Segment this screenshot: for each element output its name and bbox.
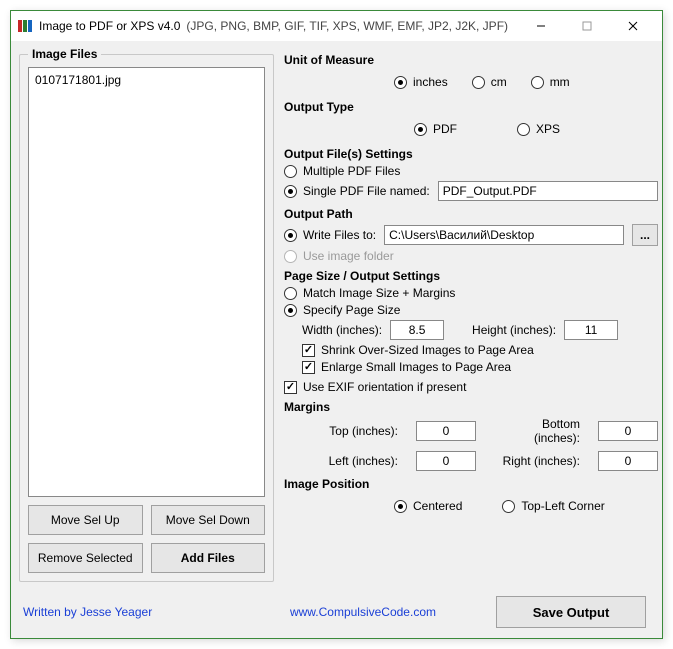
margins-section: Margins Top (inches): 0 Bottom (inches):… xyxy=(284,400,658,471)
output-xps-radio[interactable]: XPS xyxy=(517,122,560,136)
checkbox-icon xyxy=(302,361,315,374)
radio-icon xyxy=(472,76,485,89)
radio-icon xyxy=(531,76,544,89)
image-position-title: Image Position xyxy=(284,477,658,491)
unit-title: Unit of Measure xyxy=(284,53,658,67)
page-size-section: Page Size / Output Settings Match Image … xyxy=(284,269,658,394)
width-label: Width (inches): xyxy=(302,323,382,337)
radio-icon xyxy=(284,185,297,198)
unit-cm-radio[interactable]: cm xyxy=(472,75,507,89)
margin-left-input[interactable]: 0 xyxy=(416,451,476,471)
minimize-button[interactable] xyxy=(518,11,564,41)
write-files-radio[interactable]: Write Files to: xyxy=(284,228,376,242)
margin-top-label: Top (inches): xyxy=(312,424,398,438)
radio-icon xyxy=(502,500,515,513)
specify-page-size-radio[interactable]: Specify Page Size xyxy=(284,303,658,317)
checkbox-icon xyxy=(302,344,315,357)
move-down-button[interactable]: Move Sel Down xyxy=(151,505,266,535)
image-files-group: Image Files 0107171801.jpg Move Sel Up M… xyxy=(19,47,274,582)
margin-bottom-input[interactable]: 0 xyxy=(598,421,658,441)
radio-icon xyxy=(517,123,530,136)
output-type-section: Output Type PDF XPS xyxy=(284,100,658,141)
radio-icon xyxy=(284,229,297,242)
margin-bottom-label: Bottom (inches): xyxy=(494,417,580,445)
page-width-input[interactable]: 8.5 xyxy=(390,320,444,340)
window-title: Image to PDF or XPS v4.0 xyxy=(39,19,180,33)
website-link[interactable]: www.CompulsiveCode.com xyxy=(290,605,436,619)
radio-icon xyxy=(284,287,297,300)
single-pdf-radio[interactable]: Single PDF File named: xyxy=(284,184,430,198)
author-link[interactable]: Written by Jesse Yeager xyxy=(23,605,152,619)
margins-title: Margins xyxy=(284,400,658,414)
close-button[interactable] xyxy=(610,11,656,41)
centered-radio[interactable]: Centered xyxy=(394,499,462,513)
image-files-legend: Image Files xyxy=(28,47,101,61)
app-icon xyxy=(17,18,33,34)
multiple-pdf-radio[interactable]: Multiple PDF Files xyxy=(284,164,658,178)
height-label: Height (inches): xyxy=(472,323,556,337)
radio-icon xyxy=(284,304,297,317)
margin-right-label: Right (inches): xyxy=(494,454,580,468)
application-window: Image to PDF or XPS v4.0 (JPG, PNG, BMP,… xyxy=(10,10,663,639)
output-path-title: Output Path xyxy=(284,207,658,221)
radio-icon xyxy=(394,500,407,513)
output-path-section: Output Path Write Files to: C:\Users\Вас… xyxy=(284,207,658,263)
output-path-input[interactable]: C:\Users\Василий\Desktop xyxy=(384,225,624,245)
page-size-title: Page Size / Output Settings xyxy=(284,269,658,283)
radio-icon xyxy=(394,76,407,89)
browse-path-button[interactable]: ... xyxy=(632,224,658,246)
margin-top-input[interactable]: 0 xyxy=(416,421,476,441)
page-height-input[interactable]: 11 xyxy=(564,320,618,340)
enlarge-images-checkbox[interactable]: Enlarge Small Images to Page Area xyxy=(302,360,658,374)
output-type-title: Output Type xyxy=(284,100,658,114)
list-item[interactable]: 0107171801.jpg xyxy=(35,72,258,88)
move-up-button[interactable]: Move Sel Up xyxy=(28,505,143,535)
checkbox-icon xyxy=(284,381,297,394)
unit-of-measure-section: Unit of Measure inches cm mm xyxy=(284,53,658,94)
footer: Written by Jesse Yeager www.CompulsiveCo… xyxy=(11,592,662,638)
image-files-listbox[interactable]: 0107171801.jpg xyxy=(28,67,265,497)
titlebar: Image to PDF or XPS v4.0 (JPG, PNG, BMP,… xyxy=(11,11,662,41)
output-files-section: Output File(s) Settings Multiple PDF Fil… xyxy=(284,147,658,201)
maximize-button[interactable] xyxy=(564,11,610,41)
unit-inches-radio[interactable]: inches xyxy=(394,75,448,89)
single-pdf-filename-input[interactable]: PDF_Output.PDF xyxy=(438,181,658,201)
remove-selected-button[interactable]: Remove Selected xyxy=(28,543,143,573)
radio-icon xyxy=(284,165,297,178)
margin-right-input[interactable]: 0 xyxy=(598,451,658,471)
image-position-section: Image Position Centered Top-Left Corner xyxy=(284,477,658,518)
exif-orientation-checkbox[interactable]: Use EXIF orientation if present xyxy=(284,380,658,394)
add-files-button[interactable]: Add Files xyxy=(151,543,266,573)
margin-left-label: Left (inches): xyxy=(312,454,398,468)
use-image-folder-radio: Use image folder xyxy=(284,249,658,263)
output-files-title: Output File(s) Settings xyxy=(284,147,658,161)
match-image-size-radio[interactable]: Match Image Size + Margins xyxy=(284,286,658,300)
topleft-radio[interactable]: Top-Left Corner xyxy=(502,499,604,513)
radio-icon xyxy=(414,123,427,136)
output-pdf-radio[interactable]: PDF xyxy=(414,122,457,136)
window-subtitle: (JPG, PNG, BMP, GIF, TIF, XPS, WMF, EMF,… xyxy=(186,19,518,33)
shrink-images-checkbox[interactable]: Shrink Over-Sized Images to Page Area xyxy=(302,343,658,357)
save-output-button[interactable]: Save Output xyxy=(496,596,646,628)
radio-icon xyxy=(284,250,297,263)
unit-mm-radio[interactable]: mm xyxy=(531,75,570,89)
